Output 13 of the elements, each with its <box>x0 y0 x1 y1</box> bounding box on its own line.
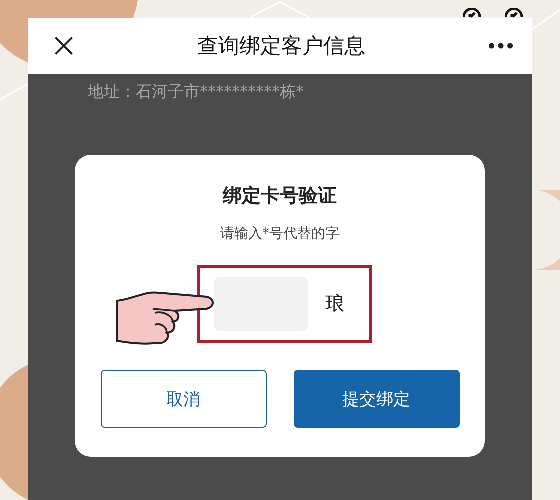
dialog-hint: 请输入*号代替的字 <box>220 225 340 243</box>
address-text: 地址：石河子市**********栋* <box>88 82 304 103</box>
arrow-circle-icon <box>505 8 523 18</box>
page-title: 查询绑定客户信息 <box>198 33 366 60</box>
submit-button[interactable]: 提交绑定 <box>294 370 460 428</box>
more-icon[interactable] <box>488 42 514 50</box>
close-icon[interactable] <box>53 35 75 57</box>
decorative-line <box>0 83 28 101</box>
arrow-circle-icon <box>463 8 481 18</box>
cancel-button[interactable]: 取消 <box>100 370 266 428</box>
answer-field[interactable] <box>214 277 308 331</box>
known-character: 琅 <box>326 292 344 317</box>
dialog-title: 绑定卡号验证 <box>223 184 337 209</box>
